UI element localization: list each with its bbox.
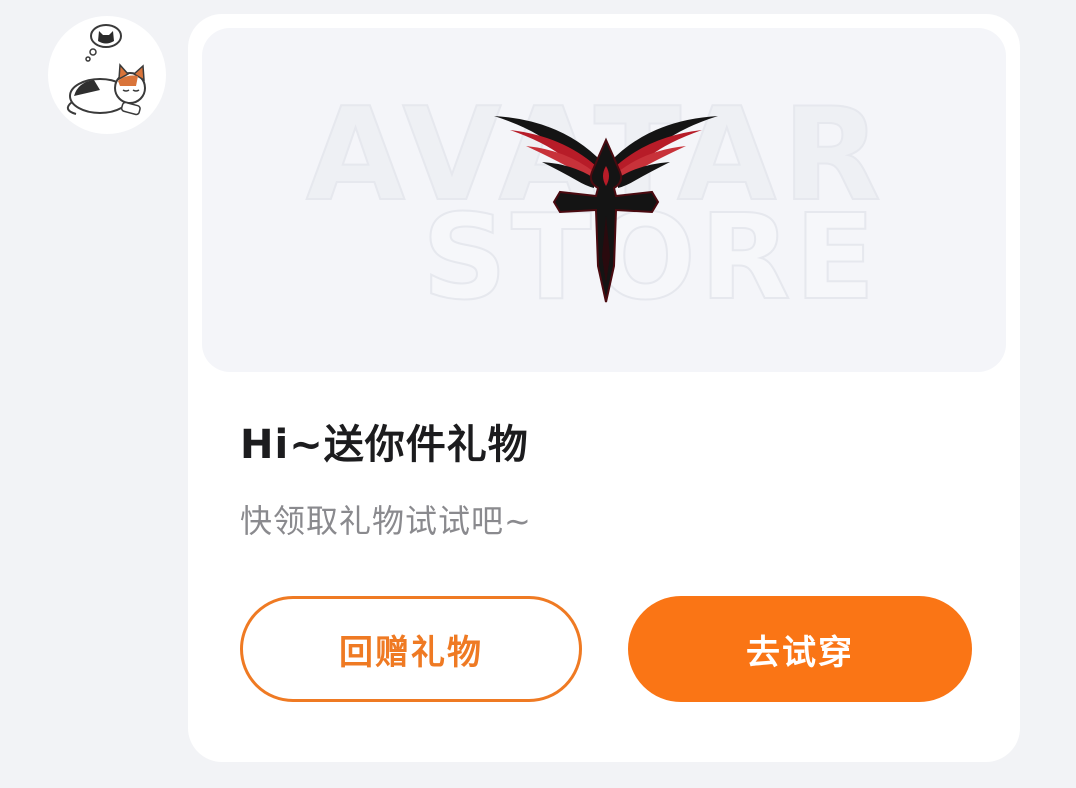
gift-subtitle: 快领取礼物试试吧~ [240,502,532,540]
sender-avatar[interactable] [48,16,166,134]
sleeping-cat-icon [66,24,146,116]
winged-cross-icon [494,116,718,303]
gift-card: AVATAR STORE Hi~送你件礼物 快领取礼物试试吧~ 回赠礼物 去试穿 [188,14,1020,762]
gift-banner[interactable]: AVATAR STORE [202,28,1006,372]
gift-title: Hi~送你件礼物 [240,422,529,468]
return-gift-button[interactable]: 回赠礼物 [240,596,582,702]
try-on-button[interactable]: 去试穿 [628,596,972,702]
